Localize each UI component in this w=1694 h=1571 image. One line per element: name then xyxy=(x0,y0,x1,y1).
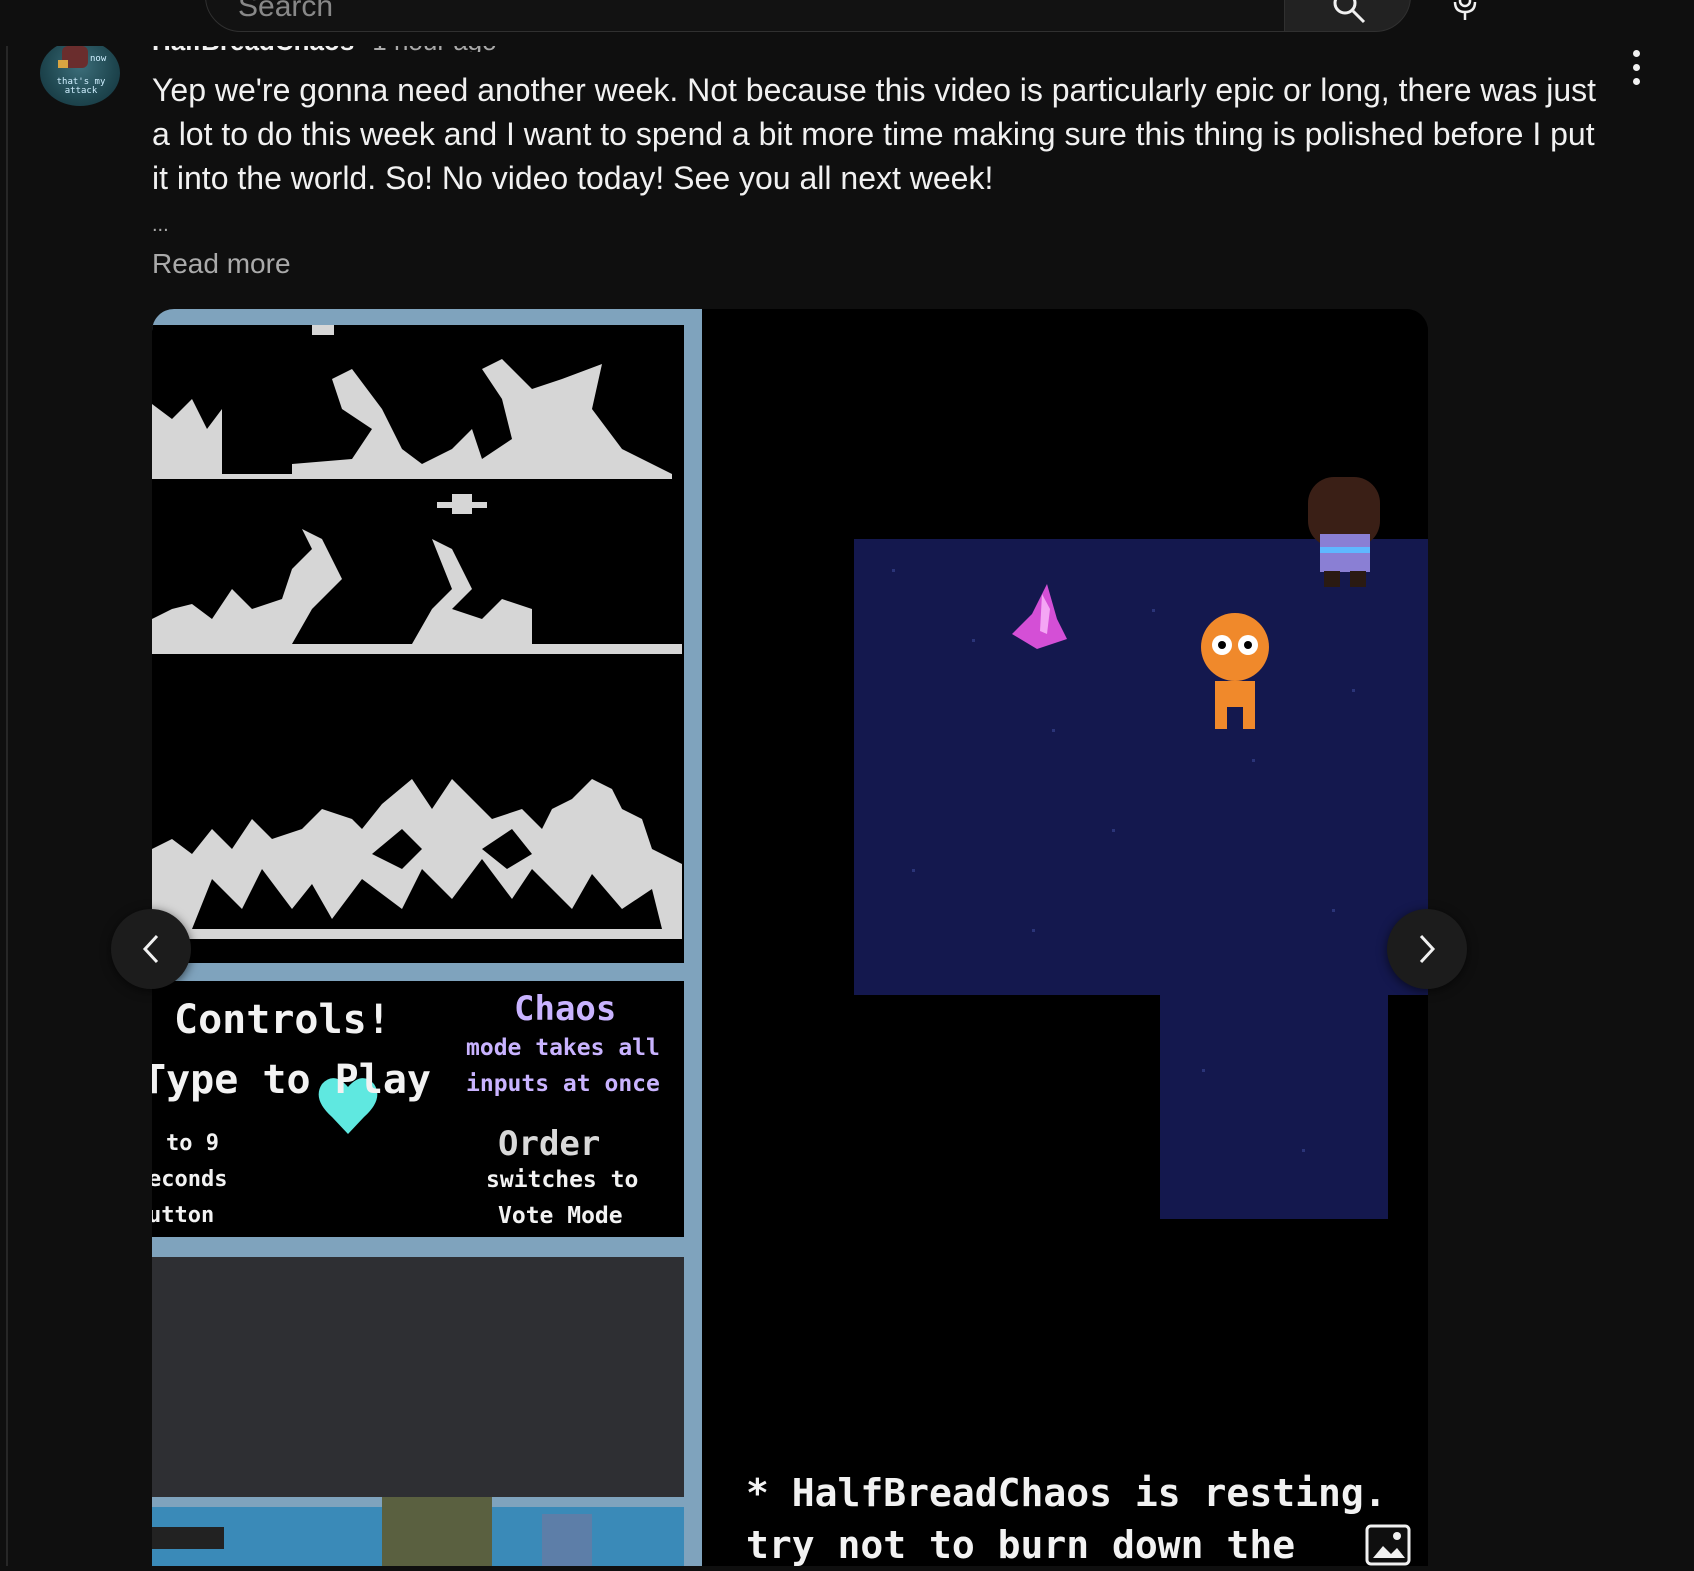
channel-avatar[interactable]: now that's my attack xyxy=(40,40,120,106)
chaos-line-1: mode takes all xyxy=(466,1035,660,1061)
search-box[interactable] xyxy=(205,0,1285,32)
chaos-line-2: inputs at once xyxy=(466,1071,660,1097)
left-line-2: econds xyxy=(152,1167,228,1192)
controls-title: Controls! xyxy=(174,997,391,1043)
left-line-3: utton xyxy=(152,1203,215,1228)
carousel-prev-button[interactable] xyxy=(111,909,191,989)
dialog-line-1: * HalfBreadChaos is resting. xyxy=(746,1471,1387,1515)
search-icon xyxy=(1333,0,1366,24)
avatar-text-bottom: that's my attack xyxy=(56,77,106,96)
dialog-line-2: try not to burn down the xyxy=(746,1523,1296,1566)
image-icon xyxy=(1365,1524,1411,1566)
carousel-next-button[interactable] xyxy=(1387,909,1467,989)
more-vert-icon xyxy=(1633,50,1640,57)
chaos-title: Chaos xyxy=(514,989,617,1029)
search-input[interactable] xyxy=(236,0,1136,27)
search-button[interactable] xyxy=(1284,0,1411,32)
chevron-right-icon xyxy=(1419,934,1436,964)
game-screenshot xyxy=(152,309,1428,1566)
avatar-text-top: now xyxy=(90,54,107,64)
left-line-1: to 9 xyxy=(166,1131,219,1156)
more-vert-icon xyxy=(1633,64,1640,71)
order-title: Order xyxy=(498,1124,601,1164)
more-vert-icon xyxy=(1633,78,1640,85)
avatar-figure-accent xyxy=(58,60,68,68)
left-rail-divider xyxy=(6,46,8,1566)
order-line-2: Vote Mode xyxy=(498,1203,623,1229)
read-more-link[interactable]: Read more xyxy=(152,248,291,280)
order-line-1: switches to xyxy=(486,1167,639,1193)
type-to-play-text: Type to Play xyxy=(152,1057,431,1103)
post-image-carousel[interactable]: Controls! Type to Play Chaos mode takes … xyxy=(152,309,1428,1566)
microphone-icon xyxy=(1453,0,1477,20)
voice-search-button[interactable] xyxy=(1430,0,1500,30)
post-body-text: Yep we're gonna need another week. Not b… xyxy=(152,72,1596,196)
more-actions-button[interactable] xyxy=(1615,46,1659,90)
chevron-left-icon xyxy=(142,934,159,964)
masthead xyxy=(0,0,1694,46)
truncation-ellipsis: ... xyxy=(152,214,169,236)
